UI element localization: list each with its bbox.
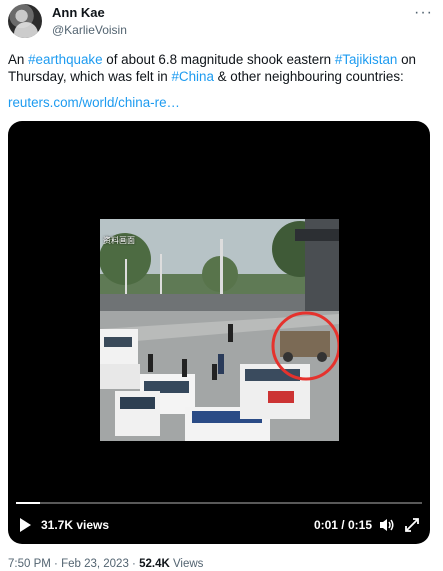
more-icon[interactable]: ··· [414, 4, 433, 22]
tweet-meta: 7:50 PM · Feb 23, 2023 · 52.4K Views [8, 558, 203, 570]
tweet-header: Ann Kae @KarlieVoisin ··· [8, 4, 435, 38]
video-frame: 资料画面 [100, 219, 339, 441]
video-player[interactable]: 资料画面 31.7K views 0:01 / 0:15 [8, 121, 430, 544]
article-link[interactable]: reuters.com/world/china-re… [8, 95, 180, 110]
street-scene-image [100, 219, 339, 441]
tweet-text-part: & other neighbouring countries: [213, 69, 404, 84]
hashtag-earthquake[interactable]: #earthquake [28, 52, 102, 67]
avatar[interactable] [8, 4, 42, 38]
tweet-text-part: of about 6.8 magnitude shook eastern [102, 52, 335, 67]
hashtag-china[interactable]: #China [171, 69, 213, 84]
progress-fill [16, 502, 41, 504]
tweet-text: An #earthquake of about 6.8 magnitude sh… [8, 51, 433, 85]
meta-separator: · [128, 558, 140, 570]
video-views: 31.7K views [41, 518, 110, 532]
video-controls: 31.7K views 0:01 / 0:15 [8, 513, 430, 537]
expand-icon[interactable] [404, 517, 420, 533]
tweet-text-part: An [8, 52, 29, 67]
tweet-time[interactable]: 7:50 PM [8, 558, 51, 570]
tweet-date[interactable]: Feb 23, 2023 [61, 558, 129, 570]
progress-bar[interactable] [16, 502, 422, 504]
volume-icon[interactable] [379, 517, 395, 533]
views-count: 52.4K [139, 558, 170, 570]
views-label: Views [169, 558, 204, 570]
author-handle[interactable]: @KarlieVoisin [52, 23, 127, 37]
frame-caption: 资料画面 [103, 236, 135, 245]
video-time: 0:01 / 0:15 [313, 518, 372, 532]
hashtag-tajikistan[interactable]: #Tajikistan [335, 52, 398, 67]
author-name[interactable]: Ann Kae [52, 5, 105, 20]
play-icon[interactable] [20, 518, 31, 532]
meta-separator: · [50, 558, 62, 570]
